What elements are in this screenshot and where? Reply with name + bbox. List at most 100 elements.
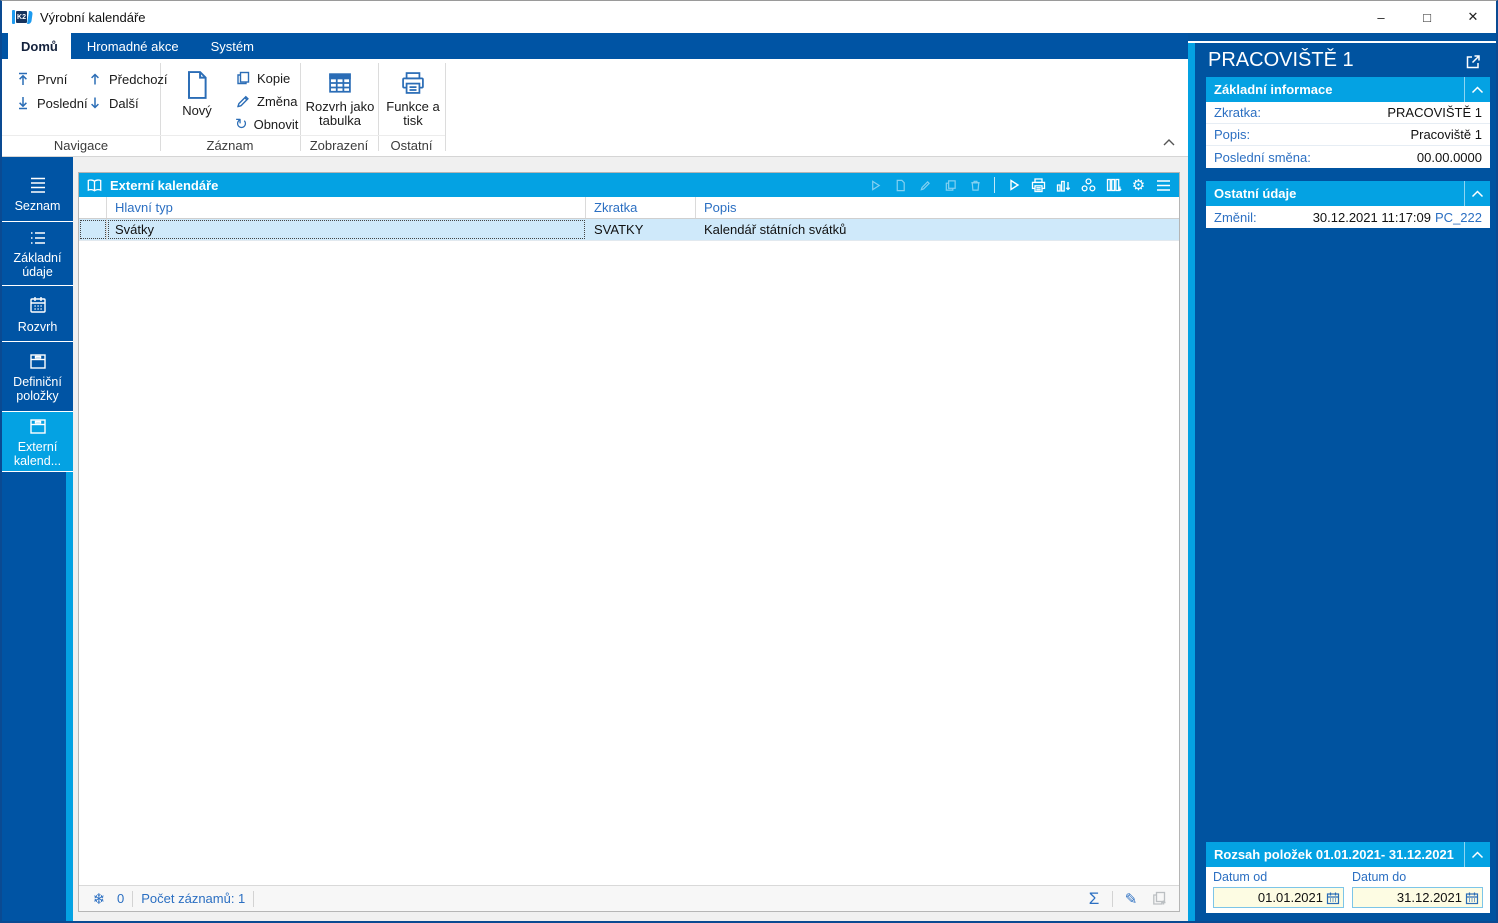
last-button[interactable]: Poslední bbox=[10, 92, 93, 114]
cell-zkratka[interactable]: SVATKY bbox=[586, 219, 696, 240]
edit-icon bbox=[916, 176, 935, 195]
previous-button[interactable]: Předchozí bbox=[82, 68, 173, 90]
functions-print-button[interactable]: Funkce a tisk bbox=[381, 63, 445, 133]
list-lines-icon bbox=[27, 175, 49, 195]
panel-top-line bbox=[1188, 41, 1496, 43]
date-to-input[interactable]: 31.12.2021 bbox=[1352, 887, 1483, 908]
column-header-popis[interactable]: Popis bbox=[696, 197, 1179, 218]
first-button[interactable]: První bbox=[10, 68, 72, 90]
sidebar-item-label: Seznam bbox=[14, 198, 61, 213]
group-separator bbox=[445, 63, 446, 151]
refresh-button[interactable]: ↻ Obnovit bbox=[230, 113, 303, 135]
open-book-icon bbox=[85, 176, 104, 195]
cluster-icon[interactable] bbox=[1079, 176, 1098, 195]
tab-system[interactable]: Systém bbox=[195, 33, 270, 59]
detail-label: Poslední směna: bbox=[1214, 149, 1311, 165]
pencil-icon bbox=[235, 93, 251, 109]
section-header[interactable]: Ostatní údaje bbox=[1206, 181, 1490, 206]
last-label: Poslední bbox=[37, 95, 88, 111]
change-label: Změna bbox=[257, 93, 298, 109]
schedule-as-table-label: Rozvrh jako tabulka bbox=[305, 99, 375, 128]
refresh-icon: ↻ bbox=[235, 115, 248, 133]
row-selector-cell[interactable] bbox=[79, 219, 107, 240]
sidebar-item-label: Základní údaje bbox=[13, 250, 62, 279]
edit-pencil-icon[interactable]: ✎ bbox=[1121, 889, 1141, 909]
date-from-field: Datum od 01.01.2021 bbox=[1213, 870, 1344, 913]
section-rozsah-polozek: Rozsah položek 01.01.2021- 31.12.2021 Da… bbox=[1206, 842, 1490, 913]
maximize-button[interactable]: □ bbox=[1404, 1, 1450, 33]
next-button[interactable]: Další bbox=[82, 92, 144, 114]
section-title: Rozsah položek 01.01.2021- 31.12.2021 bbox=[1214, 847, 1454, 862]
grid-column-headers: Hlavní typ Zkratka Popis bbox=[79, 197, 1179, 219]
row-selector-header[interactable] bbox=[79, 197, 107, 218]
sum-sigma-icon[interactable]: Σ bbox=[1084, 889, 1104, 909]
detail-value: 00.00.0000 bbox=[1416, 149, 1482, 165]
tab-domu[interactable]: Domů bbox=[8, 33, 71, 59]
table-grid-icon bbox=[326, 69, 354, 97]
new-label: Nový bbox=[182, 103, 212, 118]
right-detail-panel: PRACOVIŠTĚ 1 Základní informace Zkratka:… bbox=[1188, 33, 1496, 921]
print-icon[interactable] bbox=[1029, 176, 1048, 195]
frozen-count: 0 bbox=[117, 891, 125, 906]
calendar-picker-icon[interactable] bbox=[1326, 891, 1340, 905]
section-header[interactable]: Základní informace bbox=[1206, 77, 1490, 102]
box-icon bbox=[27, 416, 49, 436]
sidebar-item-definicni-polozky[interactable]: Definiční položky bbox=[2, 342, 73, 412]
date-to-value: 31.12.2021 bbox=[1396, 890, 1462, 905]
detail-value: Pracoviště 1 bbox=[1410, 127, 1482, 142]
calendar-icon bbox=[27, 294, 49, 316]
sidebar-item-zakladni-udaje[interactable]: Základní údaje bbox=[2, 222, 73, 286]
date-from-input[interactable]: 01.01.2021 bbox=[1213, 887, 1344, 908]
window-title: Výrobní kalendáře bbox=[40, 9, 146, 25]
menu-icon[interactable] bbox=[1154, 176, 1173, 195]
next-label: Další bbox=[109, 95, 139, 111]
columns-export-icon[interactable] bbox=[1104, 176, 1123, 195]
external-calendars-panel: Externí kalendáře ⚙ Hlavní typ Zkratka P… bbox=[78, 172, 1180, 912]
detail-label: Změnil: bbox=[1214, 209, 1257, 225]
play-icon[interactable] bbox=[1004, 176, 1023, 195]
group-label-ostatni: Ostatní bbox=[378, 135, 445, 155]
grid-empty-area bbox=[79, 241, 1179, 885]
detail-row: Změnil: 30.12.2021 11:17:09 PC_222 bbox=[1206, 206, 1490, 228]
open-external-icon[interactable] bbox=[1464, 53, 1482, 71]
tab-hromadne-akce[interactable]: Hromadné akce bbox=[71, 33, 195, 59]
detail-list-icon bbox=[27, 229, 49, 247]
detail-row: Poslední směna: 00.00.0000 bbox=[1206, 146, 1490, 168]
group-label-zobrazeni: Zobrazení bbox=[300, 135, 378, 155]
collapse-section-button[interactable] bbox=[1464, 842, 1490, 867]
run-icon bbox=[866, 176, 885, 195]
app-window: K2 Výrobní kalendáře – □ ✕ Domů Hromadné… bbox=[0, 0, 1498, 923]
new-button[interactable]: Nový bbox=[168, 63, 226, 133]
collapse-section-button[interactable] bbox=[1464, 77, 1490, 102]
chart-export-icon[interactable] bbox=[1054, 176, 1073, 195]
section-zakladni-informace: Základní informace Zkratka: PRACOVIŠTĚ 1… bbox=[1206, 77, 1490, 168]
cell-popis[interactable]: Kalendář státních svátků bbox=[696, 219, 1179, 240]
calendar-picker-icon[interactable] bbox=[1465, 891, 1479, 905]
arrow-up-icon bbox=[87, 71, 103, 87]
printer-icon bbox=[399, 69, 427, 97]
close-button[interactable]: ✕ bbox=[1450, 1, 1496, 33]
collapse-section-button[interactable] bbox=[1464, 181, 1490, 206]
settings-gear-icon[interactable]: ⚙ bbox=[1129, 176, 1148, 195]
sidebar-item-seznam[interactable]: Seznam bbox=[2, 166, 73, 222]
date-to-label: Datum do bbox=[1352, 870, 1407, 884]
changed-by-link[interactable]: PC_222 bbox=[1435, 210, 1482, 225]
arrow-up-to-bar-icon bbox=[15, 71, 31, 87]
collapse-ribbon-button[interactable] bbox=[1158, 133, 1180, 151]
k2-app-icon: K2 bbox=[12, 8, 33, 26]
sidebar-item-externi-kalendare[interactable]: Externí kalend... bbox=[2, 412, 73, 472]
column-header-hlavni-typ[interactable]: Hlavní typ bbox=[107, 197, 586, 218]
column-header-zkratka[interactable]: Zkratka bbox=[586, 197, 696, 218]
grid-status-bar: ❄ 0 Počet záznamů: 1 Σ ✎ bbox=[79, 885, 1179, 911]
schedule-as-table-button[interactable]: Rozvrh jako tabulka bbox=[303, 63, 377, 133]
title-bar: K2 Výrobní kalendáře – □ ✕ bbox=[2, 1, 1496, 33]
section-header[interactable]: Rozsah položek 01.01.2021- 31.12.2021 bbox=[1206, 842, 1490, 867]
change-button[interactable]: Změna bbox=[230, 90, 302, 112]
cell-hlavni-typ[interactable]: Svátky bbox=[107, 219, 586, 240]
minimize-button[interactable]: – bbox=[1358, 1, 1404, 33]
sidebar-item-rozvrh[interactable]: Rozvrh bbox=[2, 286, 73, 342]
table-row-selected[interactable]: Svátky SVATKY Kalendář státních svátků bbox=[79, 219, 1179, 241]
detail-label: Zkratka: bbox=[1214, 105, 1261, 120]
copy-button[interactable]: Kopie bbox=[230, 67, 295, 89]
arrow-down-icon bbox=[87, 95, 103, 111]
